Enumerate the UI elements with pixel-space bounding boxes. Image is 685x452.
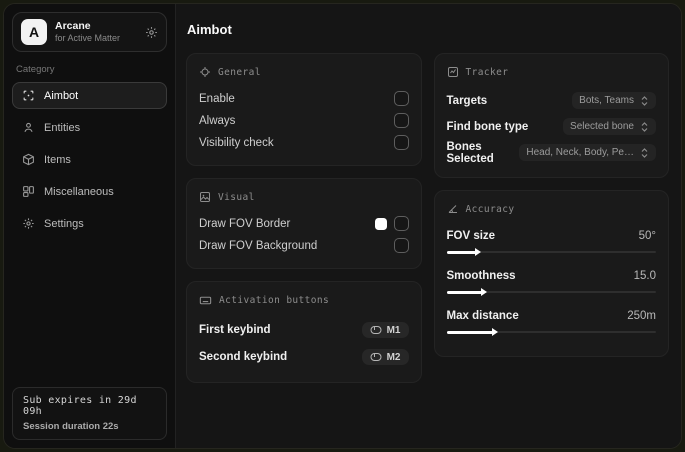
setting-label: First keybind (199, 324, 271, 336)
app-window: A Arcane for Active Matter Category Aimb (3, 3, 682, 449)
slider-value: 50° (638, 229, 656, 242)
setting-label: Visibility check (199, 136, 274, 149)
panel-title: Activation buttons (219, 295, 330, 306)
draw-fov-background-checkbox[interactable] (393, 238, 409, 253)
slider-fill (446, 248, 482, 256)
panel-title: Accuracy (465, 203, 515, 215)
angle-icon (447, 203, 459, 215)
color-swatch[interactable] (374, 217, 387, 230)
sidebar: A Arcane for Active Matter Category Aimb (4, 4, 176, 448)
select-value: Selected bone (570, 121, 634, 132)
setting-label: Bones Selected (446, 140, 494, 165)
visibility-check-checkbox[interactable] (393, 135, 409, 150)
always-checkbox[interactable] (393, 113, 409, 128)
select-value: Bots, Teams (579, 95, 634, 106)
setting-label: Targets (446, 94, 488, 107)
cube-icon (22, 153, 35, 166)
crosshair-icon (199, 66, 211, 78)
setting-row-always: Always (199, 110, 409, 131)
session-duration-text: Session duration 22s (23, 421, 119, 432)
subscription-card: Sub expires in 29d 09h Session duration … (12, 387, 167, 440)
slider-row-smoothness: Smoothness 15.0 (446, 265, 656, 296)
sidebar-item-label: Settings (44, 217, 84, 230)
sidebar-item-label: Items (44, 153, 71, 166)
setting-row-enable: Enable (199, 88, 409, 109)
panel-title: General (218, 66, 261, 78)
slider-fill (446, 328, 498, 336)
panel-tracker: Tracker Targets Bots, Teams Find bone ty… (433, 53, 669, 178)
setting-label: Max distance (446, 309, 519, 322)
targets-select[interactable]: Bots, Teams (572, 92, 656, 109)
slider-row-max-distance: Max distance 250m (446, 305, 656, 336)
setting-label: Draw FOV Border (199, 217, 291, 230)
tracker-row-find-bone-type: Find bone type Selected bone (446, 114, 656, 139)
panel-title: Visual (218, 191, 255, 203)
slider-value: 15.0 (633, 269, 656, 282)
image-icon (199, 191, 211, 203)
setting-label: Enable (199, 92, 235, 105)
enable-checkbox[interactable] (393, 91, 409, 106)
settings-gear-icon (22, 217, 35, 230)
slider-fill (446, 288, 487, 296)
app-subtitle: for Active Matter (55, 33, 121, 44)
page-title: Aimbot (187, 22, 232, 37)
smoothness-slider[interactable] (446, 288, 656, 296)
category-label: Category (16, 64, 55, 75)
keybind-value: M2 (386, 351, 401, 363)
draw-fov-border-checkbox[interactable] (393, 216, 409, 231)
panel-title: Tracker (465, 66, 509, 78)
brand-card: A Arcane for Active Matter (12, 12, 167, 52)
setting-row-visibility-check: Visibility check (199, 132, 409, 153)
sub-expires-text: Sub expires in 29d 09h (23, 395, 137, 417)
panel-accuracy: Accuracy FOV size 50° Smoothness 15.0 Ma… (433, 190, 669, 357)
setting-label: Find bone type (446, 120, 529, 133)
find-bone-type-select[interactable]: Selected bone (563, 118, 656, 135)
setting-label: Always (199, 114, 236, 127)
panel-general: General Enable Always Visibility check (186, 53, 422, 166)
setting-row-draw-fov-border: Draw FOV Border (199, 213, 409, 234)
keybind-value: M1 (386, 324, 401, 336)
mouse-icon (370, 325, 382, 335)
app-logo: A (21, 19, 47, 45)
sidebar-item-items[interactable]: Items (12, 146, 167, 173)
radar-icon (447, 66, 459, 78)
chevron-up-down-icon (640, 121, 649, 132)
setting-label: FOV size (446, 229, 496, 242)
sidebar-item-label: Aimbot (44, 89, 79, 102)
slider-row-fov-size: FOV size 50° (446, 225, 656, 256)
sidebar-item-label: Entities (44, 121, 81, 134)
sidebar-item-miscellaneous[interactable]: Miscellaneous (12, 178, 167, 205)
keybind-row-second: Second keybind M2 (199, 344, 409, 370)
sidebar-item-entities[interactable]: Entities (12, 114, 167, 141)
layout-grid-icon (22, 185, 35, 198)
chevron-up-down-icon (640, 95, 649, 106)
max-distance-slider[interactable] (446, 328, 656, 336)
chevron-up-down-icon (640, 147, 649, 158)
sidebar-item-aimbot[interactable]: Aimbot (12, 82, 167, 109)
sidebar-item-label: Miscellaneous (44, 185, 114, 198)
tracker-row-targets: Targets Bots, Teams (446, 88, 656, 113)
setting-label: Smoothness (446, 269, 516, 282)
second-keybind-button[interactable]: M2 (361, 349, 409, 365)
panel-activation-buttons: Activation buttons First keybind M1 Seco… (186, 281, 422, 383)
keybind-row-first: First keybind M1 (199, 317, 409, 343)
setting-label: Draw FOV Background (199, 239, 318, 252)
app-name: Arcane (55, 19, 91, 32)
first-keybind-button[interactable]: M1 (361, 322, 409, 338)
fov-size-slider[interactable] (446, 248, 656, 256)
person-target-icon (22, 121, 35, 134)
panel-visual: Visual Draw FOV Border Draw FOV Backgrou… (186, 178, 422, 269)
main-content: Aimbot General Enable Always Visibility … (176, 4, 681, 448)
keyboard-icon (199, 294, 212, 307)
crosshair-scan-icon (22, 89, 35, 102)
bones-selected-select[interactable]: Head, Neck, Body, Pe… (519, 144, 656, 161)
tracker-row-bones-selected: Bones Selected Head, Neck, Body, Pe… (446, 140, 656, 165)
select-value: Head, Neck, Body, Pe… (526, 147, 634, 158)
setting-row-draw-fov-background: Draw FOV Background (199, 235, 409, 256)
slider-value: 250m (627, 309, 656, 322)
mouse-icon (370, 352, 382, 362)
setting-label: Second keybind (199, 351, 288, 363)
sidebar-item-settings[interactable]: Settings (12, 210, 167, 237)
gear-icon[interactable] (145, 26, 158, 39)
